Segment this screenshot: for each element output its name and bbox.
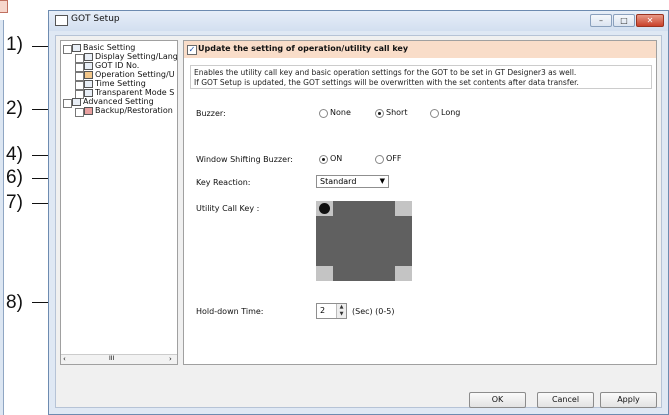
backup-icon xyxy=(84,107,93,115)
key-corner-bottom-right[interactable] xyxy=(395,266,412,281)
background-window-edge xyxy=(0,20,4,415)
close-button[interactable]: ✕ xyxy=(636,14,664,27)
description-line-1: Enables the utility call key and basic o… xyxy=(194,68,577,77)
folder-icon xyxy=(72,98,81,106)
key-reaction-select[interactable]: Standard ▼ xyxy=(316,175,389,188)
tree-item-advanced-setting[interactable]: Advanced Setting xyxy=(83,97,154,106)
settings-header: ✓ Update the setting of operation/utilit… xyxy=(184,41,656,58)
clock-icon xyxy=(84,80,93,88)
selected-corner-marker-icon xyxy=(319,203,330,214)
scroll-right-arrow-icon[interactable]: › xyxy=(169,355,172,363)
spinner-buttons[interactable]: ▲ ▼ xyxy=(336,304,346,318)
window-shift-on-radio[interactable] xyxy=(319,155,328,164)
tree-checkbox[interactable] xyxy=(75,72,84,81)
tree-checkbox[interactable] xyxy=(75,54,84,63)
window-shift-off-label[interactable]: OFF xyxy=(386,154,402,163)
tree-item-transparent-mode[interactable]: Transparent Mode S xyxy=(95,88,174,97)
window-shift-on-label[interactable]: ON xyxy=(330,154,342,163)
window-shift-off-radio[interactable] xyxy=(375,155,384,164)
ok-button[interactable]: OK xyxy=(469,392,526,408)
minimize-button[interactable]: – xyxy=(590,14,612,27)
tree-checkbox[interactable] xyxy=(75,63,84,72)
background-window-fragment xyxy=(0,0,8,13)
id-icon xyxy=(84,62,93,70)
folder-icon xyxy=(72,44,81,52)
buzzer-label: Buzzer: xyxy=(196,109,226,118)
tree-checkbox[interactable] xyxy=(75,108,84,117)
update-setting-label[interactable]: Update the setting of operation/utility … xyxy=(198,44,408,53)
description-box: Enables the utility call key and basic o… xyxy=(190,65,652,89)
key-reaction-label: Key Reaction: xyxy=(196,178,251,187)
buzzer-none-radio[interactable] xyxy=(319,109,328,118)
got-setup-window: GOT Setup – □ ✕ Basic Setting Display Se… xyxy=(48,10,669,415)
maximize-button[interactable]: □ xyxy=(613,14,635,27)
key-corner-top-right[interactable] xyxy=(395,201,412,216)
callout-1: 1) xyxy=(6,34,23,55)
apply-button[interactable]: Apply xyxy=(600,392,657,408)
hold-down-time-value: 2 xyxy=(320,306,326,315)
tree-checkbox[interactable] xyxy=(75,81,84,90)
scroll-left-arrow-icon[interactable]: ‹ xyxy=(63,355,66,363)
window-shift-buzzer-label: Window Shifting Buzzer: xyxy=(196,155,293,164)
tree-item-basic-setting[interactable]: Basic Setting xyxy=(83,43,135,52)
callout-7: 7) xyxy=(6,192,23,213)
title-bar[interactable]: GOT Setup – □ ✕ xyxy=(49,11,668,31)
chevron-down-icon: ▼ xyxy=(379,177,385,185)
tree-item-backup-restoration[interactable]: Backup/Restoration xyxy=(95,106,173,115)
window-title: GOT Setup xyxy=(71,14,120,24)
hold-down-time-unit: (Sec) (0-5) xyxy=(352,307,395,316)
display-icon xyxy=(84,53,93,61)
tree-checkbox[interactable] xyxy=(63,99,72,108)
callout-6: 6) xyxy=(6,167,23,188)
callout-2: 2) xyxy=(6,98,23,119)
buzzer-short-radio[interactable] xyxy=(375,109,384,118)
settings-tree[interactable]: Basic Setting Display Setting/Lang GOT I… xyxy=(60,40,178,365)
cancel-button[interactable]: Cancel xyxy=(537,392,594,408)
transparent-icon xyxy=(84,89,93,97)
settings-panel: ✓ Update the setting of operation/utilit… xyxy=(183,40,657,365)
buzzer-long-radio[interactable] xyxy=(430,109,439,118)
tree-item-operation-setting[interactable]: Operation Setting/U xyxy=(95,70,175,79)
buzzer-short-label[interactable]: Short xyxy=(386,108,407,117)
key-corner-bottom-left[interactable] xyxy=(316,266,333,281)
operation-icon xyxy=(84,71,93,79)
tree-horizontal-scrollbar[interactable]: ‹ III › xyxy=(61,354,177,364)
callout-4: 4) xyxy=(6,144,23,165)
tree-checkbox[interactable] xyxy=(63,45,72,54)
tree-item-got-id[interactable]: GOT ID No. xyxy=(95,61,139,70)
app-icon xyxy=(55,15,68,26)
utility-call-key-label: Utility Call Key : xyxy=(196,204,260,213)
buzzer-long-label[interactable]: Long xyxy=(441,108,460,117)
tree-item-time-setting[interactable]: Time Setting xyxy=(95,79,146,88)
utility-call-key-area[interactable] xyxy=(316,201,412,281)
callout-8: 8) xyxy=(6,292,23,313)
update-setting-checkbox[interactable]: ✓ xyxy=(187,45,197,55)
scroll-thumb[interactable]: III xyxy=(109,355,114,362)
tree-item-display-setting[interactable]: Display Setting/Lang xyxy=(95,52,177,61)
dialog-client-area: Basic Setting Display Setting/Lang GOT I… xyxy=(55,35,662,408)
hold-down-time-label: Hold-down Time: xyxy=(196,307,264,316)
hold-down-time-spinner[interactable]: 2 ▲ ▼ xyxy=(316,303,347,319)
description-line-2: If GOT Setup is updated, the GOT setting… xyxy=(194,78,579,87)
buzzer-none-label[interactable]: None xyxy=(330,108,351,117)
key-reaction-value: Standard xyxy=(320,177,357,186)
